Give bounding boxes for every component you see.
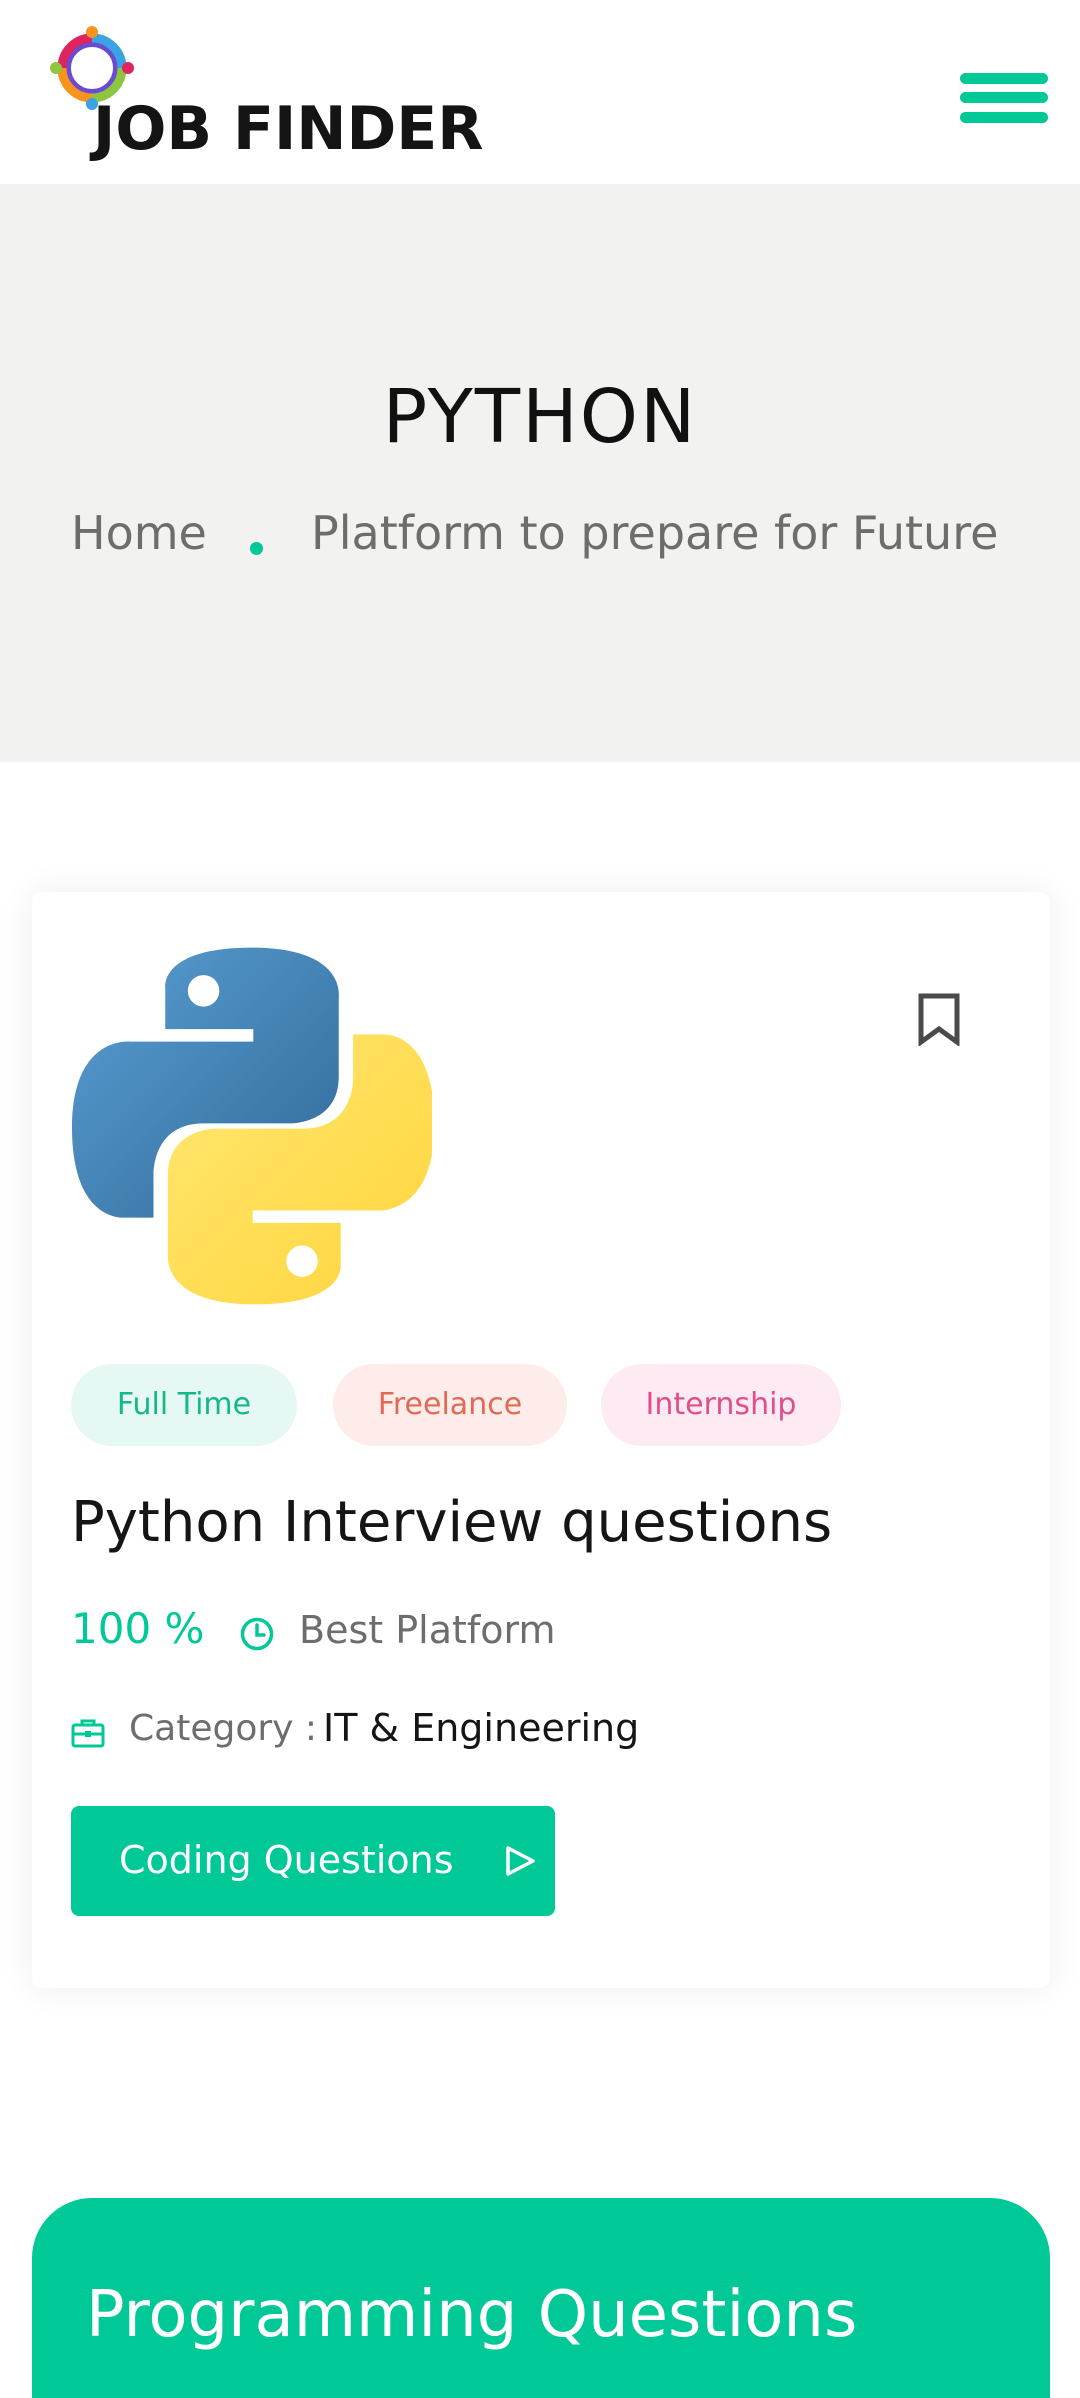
platform-text: Best Platform (299, 1608, 556, 1652)
logo-text: JOB FINDER (93, 94, 484, 164)
job-meta-row: 100 % Best Platform (71, 1604, 971, 1664)
briefcase-icon (71, 1719, 105, 1748)
category-label: Category : (129, 1708, 318, 1749)
clock-icon (240, 1617, 274, 1651)
job-type-tags: Full Time Freelance Internship (71, 1364, 971, 1446)
page-hero: PYTHON Home Platform to prepare for Futu… (0, 184, 1080, 762)
menu-bar (960, 73, 1048, 84)
menu-bar (960, 112, 1048, 123)
job-finder-logo[interactable]: JOB FINDER (48, 24, 483, 164)
python-logo (72, 947, 432, 1305)
tag-internship[interactable]: Internship (601, 1364, 841, 1446)
bookmark-icon[interactable] (916, 992, 962, 1046)
hamburger-menu-icon[interactable] (956, 70, 1052, 130)
play-arrow-icon (506, 1846, 535, 1876)
category-row: Category : IT & Engineering (71, 1704, 971, 1760)
breadcrumb-home-link[interactable]: Home (71, 506, 207, 560)
coding-questions-label: Coding Questions (119, 1838, 454, 1882)
tag-freelance[interactable]: Freelance (333, 1364, 567, 1446)
job-card: Full Time Freelance Internship Python In… (32, 892, 1050, 1988)
page-title: PYTHON (382, 374, 698, 460)
match-percent: 100 % (71, 1604, 205, 1653)
menu-bar (960, 92, 1048, 103)
coding-questions-button[interactable]: Coding Questions (71, 1806, 555, 1916)
programming-questions-banner[interactable]: Programming Questions (32, 2198, 1050, 2398)
banner-title: Programming Questions (86, 2278, 858, 2352)
breadcrumb-current: Platform to prepare for Future (311, 506, 999, 560)
breadcrumb-separator-dot (250, 542, 263, 555)
site-header: JOB FINDER (0, 0, 1080, 184)
category-value[interactable]: IT & Engineering (323, 1706, 639, 1750)
tag-full-time[interactable]: Full Time (71, 1364, 297, 1446)
job-title[interactable]: Python Interview questions (71, 1490, 832, 1555)
